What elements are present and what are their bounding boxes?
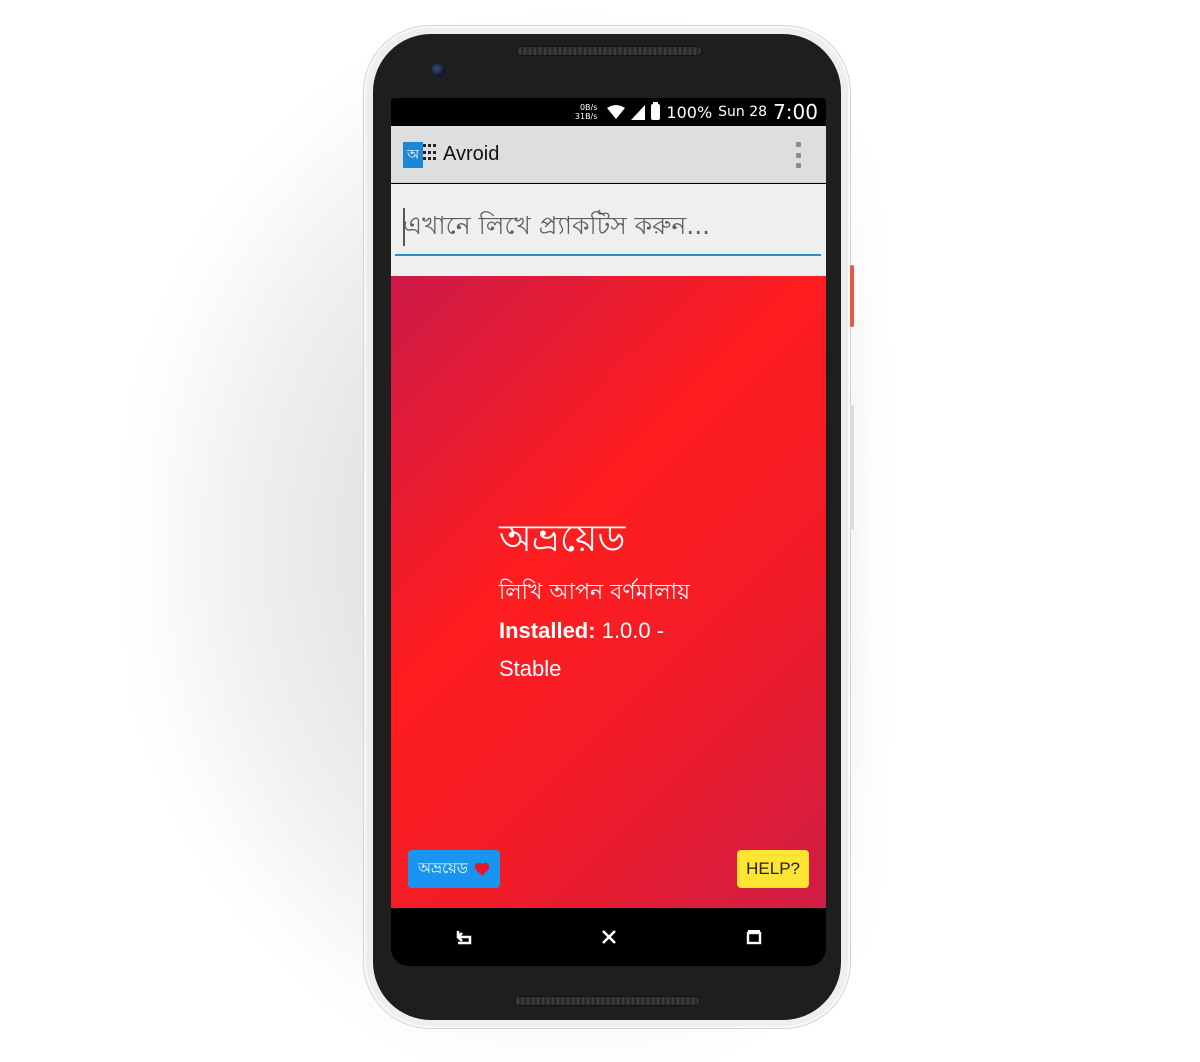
overflow-menu-icon[interactable] (796, 142, 802, 168)
heart-icon (474, 862, 490, 876)
text-cursor (403, 208, 405, 246)
battery-percent: 100% (666, 102, 713, 122)
wifi-icon (607, 104, 626, 120)
front-camera (431, 63, 445, 77)
phone-screen: 0B/s 31B/s 100% Sun 28 7:00 অ Avroid এখা… (391, 98, 826, 966)
installed-label: Installed: (499, 618, 596, 643)
cell-signal-icon (631, 104, 646, 120)
battery-icon (651, 102, 661, 120)
power-button[interactable] (850, 265, 854, 327)
hero-tagline: লিখি আপন বর্ণমালায় (499, 580, 691, 605)
bottom-speaker (514, 996, 700, 1006)
hero-title: অভ্রয়েড (499, 516, 626, 560)
practice-input-area (391, 184, 826, 276)
avroid-love-label: অভ্রয়েড (418, 858, 468, 877)
status-bar: 0B/s 31B/s 100% Sun 28 7:00 (391, 98, 826, 126)
net-up-speed: 31B/s (574, 112, 598, 121)
hero-banner: অভ্রয়েড লিখি আপন বর্ণমালায় Installed: … (391, 276, 826, 908)
net-down-speed: 0B/s (579, 103, 598, 112)
navigation-bar (391, 908, 826, 966)
installed-version: Installed: 1.0.0 - Stable (499, 612, 689, 688)
volume-button[interactable] (850, 405, 854, 530)
status-time: 7:00 (773, 100, 818, 124)
app-logo-icon: অ (403, 140, 437, 168)
avroid-love-button[interactable]: অভ্রয়েড (408, 850, 500, 888)
help-button[interactable]: HELP? (737, 850, 809, 888)
network-speed: 0B/s 31B/s (575, 103, 598, 121)
status-date: Sun 28 (718, 104, 768, 120)
app-title: Avroid (443, 142, 500, 165)
practice-input[interactable] (395, 196, 821, 256)
app-logo-grid (423, 144, 437, 162)
recents-icon[interactable] (734, 917, 774, 957)
hero-text: অভ্রয়েড লিখি আপন বর্ণমালায় Installed: … (499, 516, 690, 688)
close-icon[interactable] (589, 917, 629, 957)
app-logo-glyph: অ (403, 142, 423, 168)
top-speaker (516, 46, 702, 56)
app-bar: অ Avroid (391, 126, 826, 183)
back-icon[interactable] (444, 917, 484, 957)
